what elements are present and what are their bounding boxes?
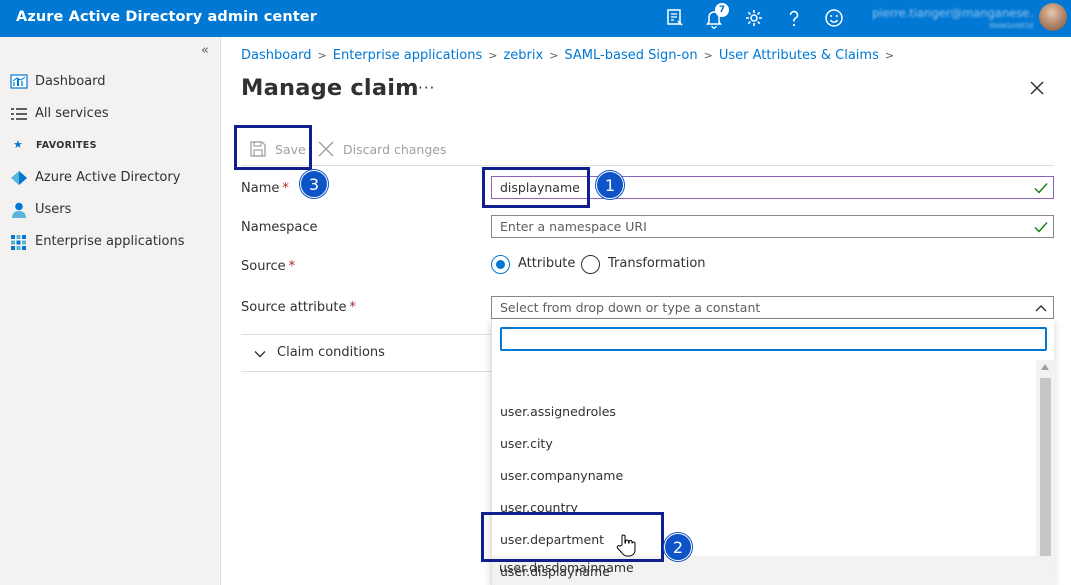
chevron-up-icon[interactable] (1033, 300, 1049, 316)
main-content: Dashboard > Enterprise applications > zebrix… (221, 37, 1071, 585)
user-account[interactable]: pierre.tianger@manganese... MANGANESE (872, 6, 1034, 32)
annotation-highlight-name (482, 167, 590, 208)
smiley-icon[interactable] (823, 7, 845, 29)
sidebar: « Dashboard All services ★ FAVORITES Azu… (0, 37, 221, 585)
top-bar: Azure Active Directory admin center 7 pi… (0, 0, 1071, 37)
breadcrumb-link[interactable]: User Attributes & Claims (719, 48, 879, 63)
sidebar-item-dashboard[interactable]: Dashboard (0, 68, 221, 96)
gear-icon[interactable] (743, 7, 765, 29)
source-label-text: Source (241, 259, 286, 274)
sidebar-item-label: All services (35, 106, 109, 121)
step-marker-1: 1 (596, 171, 624, 199)
scroll-up-icon[interactable] (1041, 364, 1049, 370)
sidebar-item-all-services[interactable]: All services (0, 100, 221, 128)
user-tenant: MANGANESE (989, 22, 1034, 30)
step-marker-3: 3 (300, 170, 328, 198)
scrollbar-thumb[interactable] (1040, 378, 1051, 556)
breadcrumb: Dashboard > Enterprise applications > zebrix… (241, 48, 900, 63)
avatar[interactable] (1039, 3, 1067, 31)
dropdown-option[interactable]: user.companyname (492, 460, 1036, 492)
dropdown-option[interactable]: user.city (492, 428, 1036, 460)
sidebar-item-label: Enterprise applications (35, 234, 185, 249)
required-mark: * (288, 259, 296, 274)
sidebar-item-label: Users (35, 202, 72, 217)
option-label: user.assignedroles (500, 404, 616, 419)
source-label: Source * (241, 259, 295, 274)
breadcrumb-link[interactable]: zebrix (503, 48, 543, 63)
required-mark: * (349, 300, 357, 315)
hand-pointer-icon (616, 534, 636, 557)
star-icon: ★ (13, 138, 24, 151)
dashboard-icon (10, 74, 28, 89)
option-label: user.companyname (500, 468, 624, 483)
chevron-right-icon: > (488, 49, 498, 62)
app-title[interactable]: Azure Active Directory admin center (16, 9, 317, 25)
checkmark-icon (1034, 183, 1048, 194)
command-bar: Save Discard changes (241, 132, 1054, 166)
chevron-right-icon: > (549, 49, 559, 62)
page-title: Manage claim (241, 75, 419, 101)
namespace-placeholder: Enter a namespace URI (500, 219, 647, 234)
aad-diamond-icon (11, 171, 27, 185)
dropdown-search-input[interactable] (500, 327, 1047, 351)
user-email: pierre.tianger@manganese... (872, 6, 1034, 20)
namespace-label: Namespace (241, 220, 318, 235)
chevron-right-icon: > (703, 49, 713, 62)
claim-conditions-toggle[interactable]: Claim conditions (241, 334, 491, 372)
source-attribute-placeholder: Select from drop down or type a constant (500, 300, 761, 315)
breadcrumb-link[interactable]: Enterprise applications (333, 48, 483, 63)
required-mark: * (282, 181, 289, 196)
annotation-highlight-save (234, 125, 312, 170)
name-label: Name * (241, 181, 289, 196)
option-label: user.dnsdomainname (499, 560, 634, 575)
source-radio-attribute[interactable]: Attribute (491, 255, 581, 275)
source-attribute-dropdown[interactable]: Select from drop down or type a constant (491, 296, 1054, 319)
name-label-text: Name (241, 181, 280, 196)
radio-label: Attribute (518, 256, 576, 271)
option-label: user.city (500, 436, 553, 451)
discard-changes-button[interactable]: Discard changes (317, 138, 457, 160)
close-icon (318, 141, 334, 157)
breadcrumb-link[interactable]: SAML-based Sign-on (564, 48, 697, 63)
grid-apps-icon (11, 235, 26, 250)
dropdown-scrollbar[interactable] (1036, 360, 1055, 585)
user-icon (12, 202, 26, 218)
close-icon[interactable] (1028, 79, 1046, 97)
source-attribute-label-text: Source attribute (241, 300, 347, 315)
sidebar-item-label: Dashboard (35, 74, 106, 89)
namespace-field[interactable]: Enter a namespace URI (491, 215, 1054, 238)
sidebar-item-users[interactable]: Users (0, 196, 221, 224)
list-icon (11, 108, 27, 120)
chevron-right-icon: > (884, 49, 895, 62)
annotation-highlight-option (481, 512, 664, 562)
chevron-down-icon (254, 351, 266, 358)
radio-selected (491, 255, 510, 274)
checkmark-icon (1034, 222, 1048, 233)
sidebar-item-label: Azure Active Directory (35, 170, 181, 185)
help-icon[interactable] (783, 7, 805, 29)
collapse-sidebar-icon[interactable]: « (201, 43, 209, 58)
feedback-icon[interactable] (664, 7, 686, 29)
favorites-header: ★ FAVORITES (0, 137, 221, 155)
source-attribute-label: Source attribute * (241, 300, 356, 315)
more-options-icon[interactable]: ··· (418, 79, 435, 97)
favorites-label: FAVORITES (36, 140, 97, 151)
sidebar-item-enterprise-applications[interactable]: Enterprise applications (0, 228, 221, 256)
discard-label: Discard changes (343, 142, 447, 157)
source-radio-transformation[interactable]: Transformation (581, 255, 711, 275)
dropdown-option[interactable]: user.assignedroles (492, 396, 1036, 428)
claim-conditions-label: Claim conditions (277, 345, 385, 360)
step-marker-2: 2 (664, 533, 692, 561)
breadcrumb-link[interactable]: Dashboard (241, 48, 312, 63)
notification-badge: 7 (715, 3, 729, 17)
sidebar-item-azure-active-directory[interactable]: Azure Active Directory (0, 164, 221, 192)
chevron-right-icon: > (317, 49, 327, 62)
radio-unselected (581, 255, 600, 274)
radio-label: Transformation (608, 256, 706, 271)
